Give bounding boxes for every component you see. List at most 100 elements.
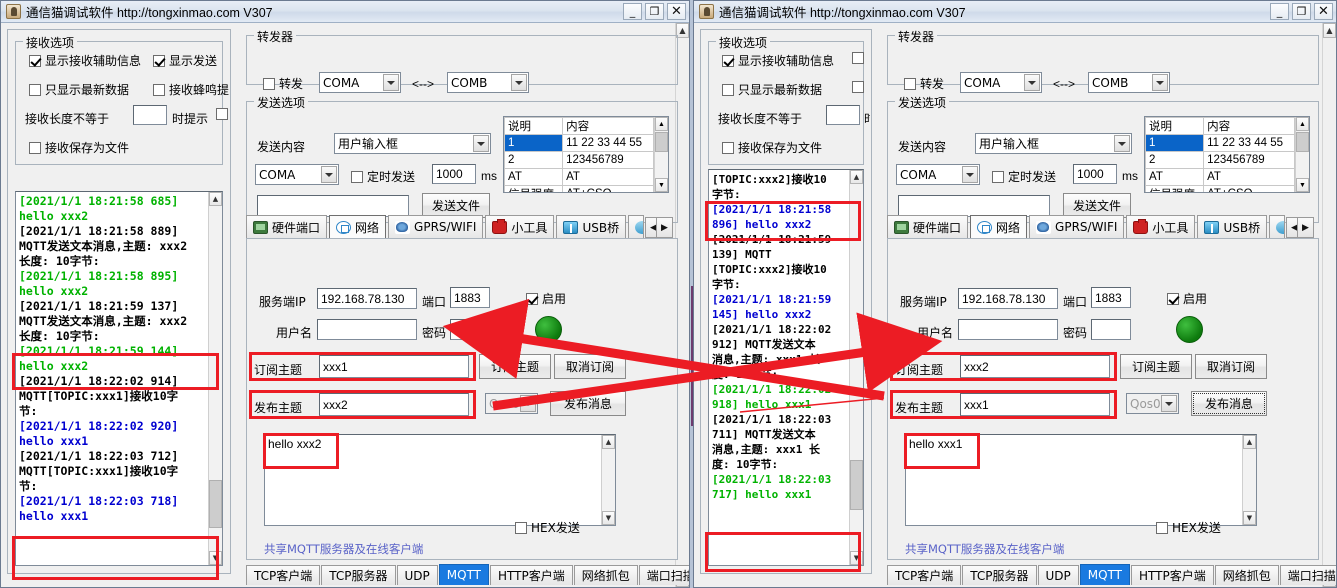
tab-网络[interactable]: 网络 (970, 215, 1028, 238)
chevron-down-icon[interactable] (321, 166, 337, 183)
bottom-tab-TCP客户端[interactable]: TCP客户端 (887, 565, 962, 585)
table-cell[interactable]: 1 (504, 134, 564, 152)
table-row[interactable]: 信号强度AT+CSQ (1145, 185, 1295, 192)
scroll-down-icon[interactable]: ▼ (1243, 511, 1256, 525)
chevron-down-icon[interactable] (1024, 74, 1040, 91)
table-row[interactable]: 2 123456789 (1145, 151, 1295, 169)
bottom-tab-网络抓包[interactable]: 网络抓包 (1214, 565, 1279, 585)
table-row[interactable]: AT AT (1145, 168, 1295, 186)
subscribe-button[interactable]: 订阅主题 (1120, 354, 1192, 379)
payload-textarea-left[interactable]: hello xxx2 ▲ ▼ (264, 434, 616, 526)
receive-log-right[interactable]: [TOPIC:xxx2]接收10 字节: [2021/1/1 18:21:58 896… (708, 169, 864, 566)
table-row[interactable]: 2 123456789 (504, 151, 654, 169)
log-scrollbar-right[interactable]: ▲ ▼ (849, 170, 863, 565)
table-row[interactable]: 信号强度AT+CSQ (504, 185, 654, 192)
tab-USB桥[interactable]: USB桥 (1197, 215, 1268, 238)
send-text-input[interactable] (898, 195, 1050, 217)
table-cell[interactable]: AT+CSQ (562, 185, 654, 192)
close-button[interactable]: ✕ (667, 3, 686, 20)
scroll-up-icon[interactable]: ▲ (850, 170, 863, 184)
table-cell[interactable]: 2 (504, 151, 564, 169)
scroll-down-icon[interactable]: ▼ (850, 551, 863, 565)
subscribe-topic-input[interactable]: xxx1 (319, 355, 469, 378)
table-cell[interactable]: 2 (1145, 151, 1205, 169)
scroll-thumb[interactable] (1296, 132, 1309, 152)
table-cell[interactable]: AT (1145, 168, 1205, 186)
bottom-tab-UDP[interactable]: UDP (396, 565, 438, 585)
chevron-down-icon[interactable] (1114, 135, 1130, 152)
chevron-down-icon[interactable] (520, 395, 536, 412)
scroll-thumb[interactable] (655, 132, 668, 152)
bottom-tab-TCP客户端[interactable]: TCP客户端 (246, 565, 321, 585)
tab-next-button[interactable]: ▶ (1297, 217, 1314, 238)
server-ip-input[interactable]: 192.168.78.130 (958, 288, 1058, 309)
bottom-tab-端口扫描[interactable]: 端口扫描 (1279, 565, 1336, 585)
send-text-input[interactable] (257, 195, 409, 217)
scroll-up-icon[interactable]: ▲ (209, 192, 222, 206)
chevron-down-icon[interactable] (1161, 395, 1177, 412)
password-input[interactable] (1091, 319, 1131, 340)
scroll-down-icon[interactable]: ▼ (1296, 178, 1309, 192)
tab-GPRS/WIFI[interactable]: GPRS/WIFI (388, 215, 484, 238)
scroll-up-icon[interactable]: ▲ (655, 117, 668, 131)
qos-select[interactable]: Qos0 (485, 393, 538, 414)
bottom-tab-HTTP客户端[interactable]: HTTP客户端 (490, 565, 573, 585)
scroll-up-icon[interactable]: ▲ (1296, 117, 1309, 131)
preset-table-scrollbar[interactable]: ▲ ▼ (1295, 117, 1309, 192)
forwarder-port-a-select[interactable]: COMA (319, 72, 401, 93)
publish-topic-input[interactable]: xxx1 (960, 393, 1110, 416)
bottom-tab-MQTT[interactable]: MQTT (1079, 564, 1131, 585)
table-row[interactable]: 1 11 22 33 44 55 (1145, 134, 1295, 152)
send-content-select[interactable]: 用户输入框 (334, 133, 491, 154)
table-cell[interactable]: AT (504, 168, 564, 186)
timer-interval-input[interactable]: 1000 (1073, 164, 1117, 184)
recv-length-input[interactable] (826, 105, 860, 125)
table-row[interactable]: AT AT (504, 168, 654, 186)
table-cell[interactable]: 1 (1145, 134, 1205, 152)
preset-table[interactable]: 说明内容111 22 33 44 552123456789ATAT信号强度AT+… (503, 116, 669, 193)
tab-网络[interactable]: 网络 (329, 215, 387, 238)
tab-小工具[interactable]: 小工具 (485, 215, 555, 238)
unsubscribe-button[interactable]: 取消订阅 (554, 354, 626, 379)
share-mqtt-link[interactable]: 共享MQTT服务器及在线客户端 (905, 541, 1064, 557)
forwarder-port-b-select[interactable]: COMB (1088, 72, 1170, 93)
table-cell[interactable]: 123456789 (562, 151, 654, 169)
bottom-tab-TCP服务器[interactable]: TCP服务器 (321, 565, 396, 585)
preset-table-scrollbar[interactable]: ▲ ▼ (654, 117, 668, 192)
publish-button[interactable]: 发布消息 (550, 391, 626, 416)
title-bar-right[interactable]: 通信猫调试软件 http://tongxinmao.com V307 _ ❐ ✕ (694, 1, 1336, 23)
bottom-tab-网络抓包[interactable]: 网络抓包 (573, 565, 638, 585)
timer-interval-input[interactable]: 1000 (432, 164, 476, 184)
send-port-select[interactable]: COMA (896, 164, 980, 185)
maximize-button[interactable]: ❐ (1292, 3, 1311, 20)
checkbox-extra-right[interactable] (216, 108, 232, 120)
bottom-tab-UDP[interactable]: UDP (1037, 565, 1079, 585)
window-scrollbar-right[interactable]: ▲ ▼ (1322, 23, 1336, 587)
table-cell[interactable]: 11 22 33 44 55 (562, 134, 654, 152)
checkbox-enable[interactable]: 启用 (1167, 290, 1207, 307)
username-input[interactable] (958, 319, 1058, 340)
close-button[interactable]: ✕ (1314, 3, 1333, 20)
bottom-tab-bar-left[interactable]: TCP客户端 TCP服务器 UDP MQTT HTTP客户端 网络抓包 端口扫描 (246, 564, 689, 585)
recv-length-input[interactable] (133, 105, 167, 125)
table-cell[interactable]: AT (1203, 168, 1295, 186)
username-input[interactable] (317, 319, 417, 340)
tab-GPRS/WIFI[interactable]: GPRS/WIFI (1029, 215, 1125, 238)
bottom-tab-TCP服务器[interactable]: TCP服务器 (962, 565, 1037, 585)
unsubscribe-button[interactable]: 取消订阅 (1195, 354, 1267, 379)
scroll-down-icon[interactable]: ▼ (655, 178, 668, 192)
table-row[interactable]: 1 11 22 33 44 55 (504, 134, 654, 152)
tab-next-button[interactable]: ▶ (656, 217, 673, 238)
minimize-button[interactable]: _ (1270, 3, 1289, 20)
scroll-up-icon[interactable]: ▲ (1323, 23, 1336, 38)
checkbox-timed-send[interactable]: 定时发送 (351, 168, 415, 185)
subscribe-topic-input[interactable]: xxx2 (960, 355, 1110, 378)
tab-USB桥[interactable]: USB桥 (556, 215, 627, 238)
chevron-down-icon[interactable] (511, 74, 527, 91)
port-input[interactable]: 1883 (450, 287, 490, 308)
checkbox-save-to-file[interactable]: 接收保存为文件 (29, 139, 129, 156)
checkbox-timed-send[interactable]: 定时发送 (992, 168, 1056, 185)
bottom-tab-HTTP客户端[interactable]: HTTP客户端 (1131, 565, 1214, 585)
checkbox-forward[interactable]: 转发 (904, 75, 944, 92)
bottom-tab-bar-right[interactable]: TCP客户端 TCP服务器 UDP MQTT HTTP客户端 网络抓包 端口扫描 (887, 564, 1336, 585)
